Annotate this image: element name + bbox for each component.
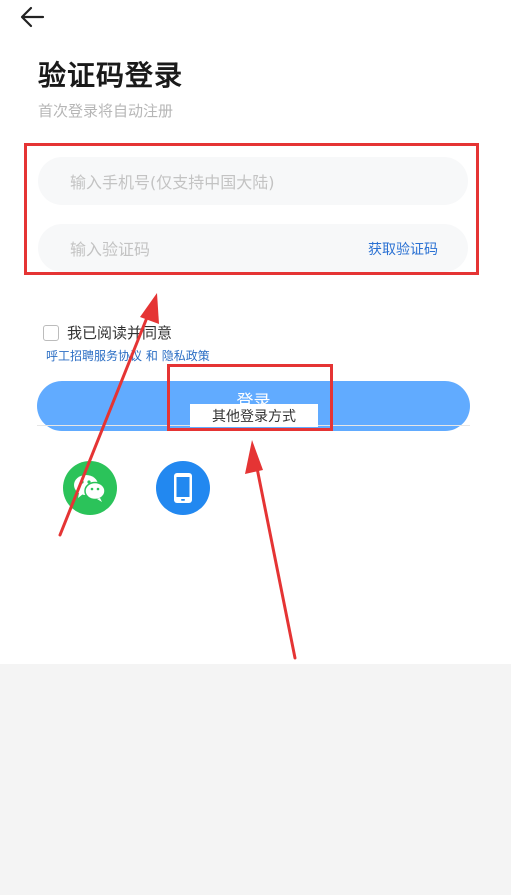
annotation-arrow-other-login [245,440,297,660]
annotation-arrow-inputs [58,293,159,537]
annotation-arrows [58,293,297,660]
